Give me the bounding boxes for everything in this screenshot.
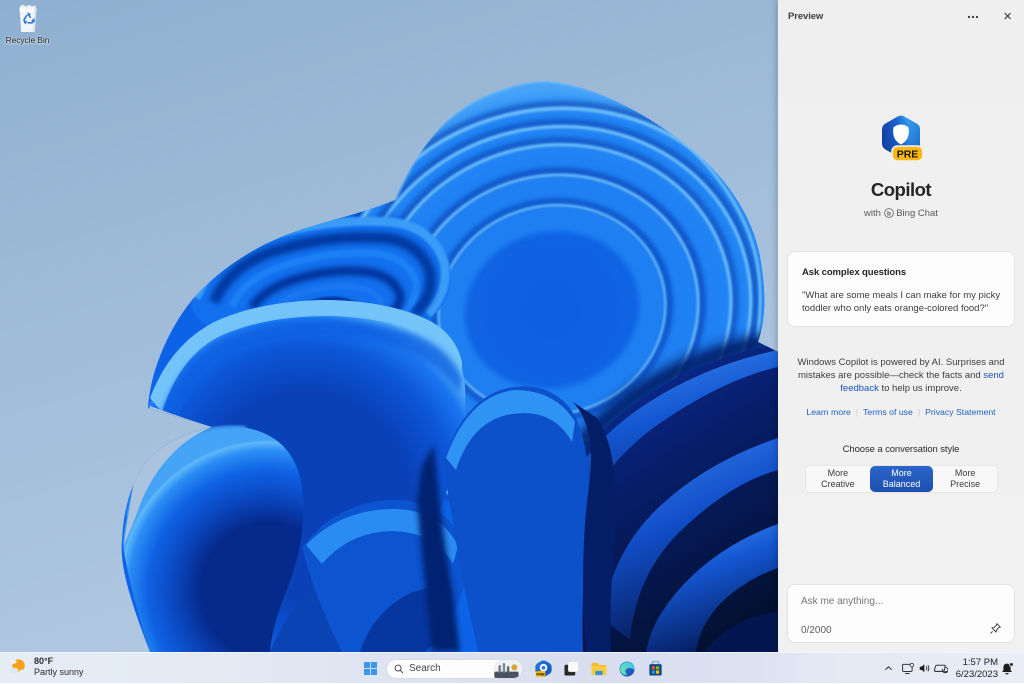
svg-text:b: b xyxy=(887,210,891,217)
svg-text:PRE: PRE xyxy=(536,672,545,677)
svg-text:PRE: PRE xyxy=(897,149,919,161)
